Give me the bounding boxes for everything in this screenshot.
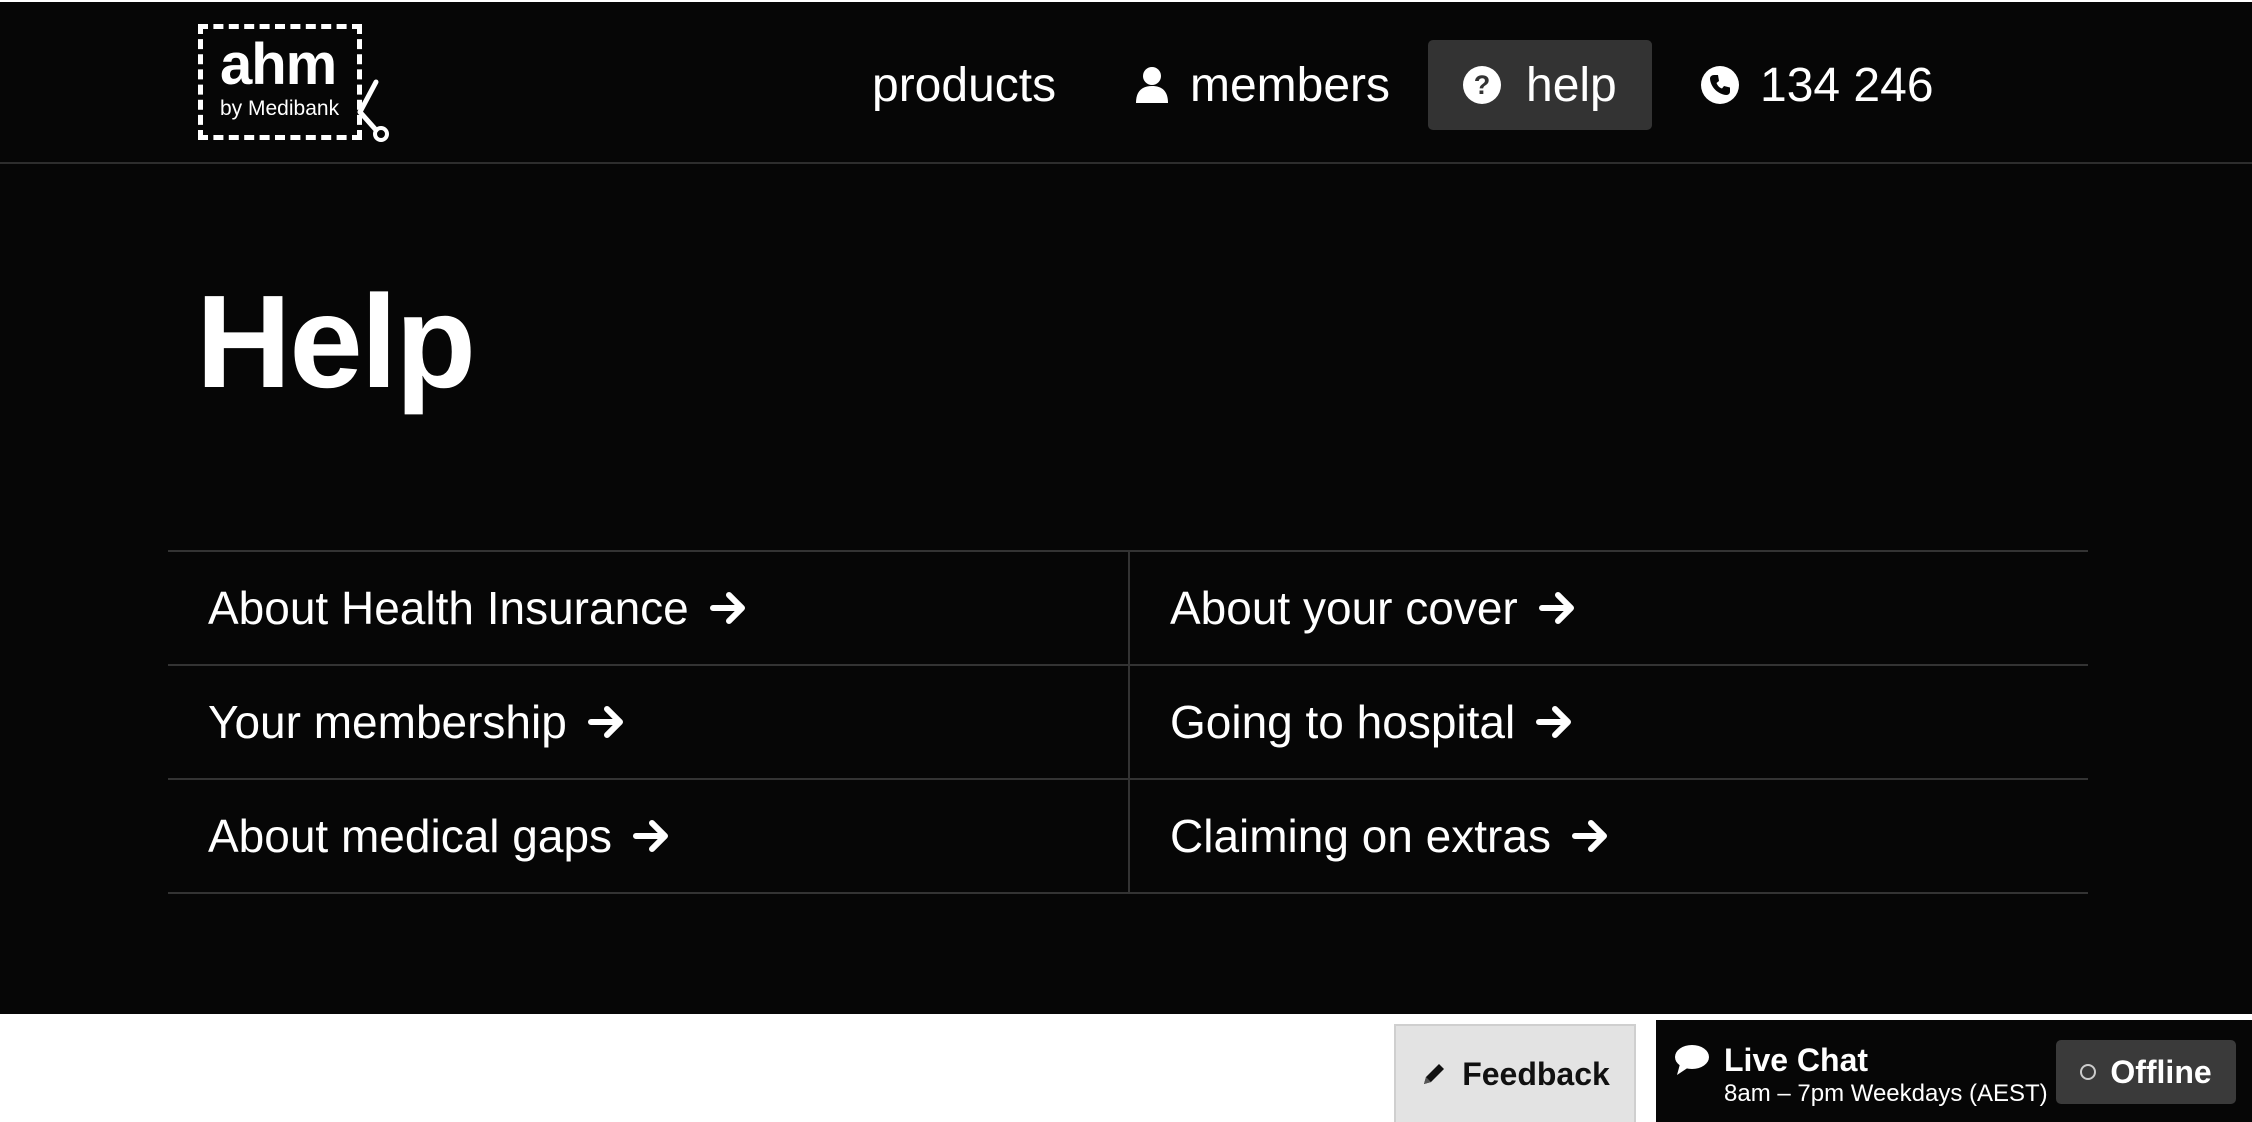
phone-icon [1701, 66, 1739, 104]
help-link-label: Claiming on extras [1170, 810, 1551, 862]
nav-members[interactable]: members [1118, 40, 1406, 130]
help-link-about-medical-gaps[interactable]: About medical gaps [168, 780, 1130, 894]
nav-products-label: products [872, 58, 1057, 112]
nav-products[interactable]: products [856, 40, 1072, 130]
question-circle-icon: ? [1463, 66, 1501, 104]
arrow-right-icon [1536, 706, 1572, 738]
feedback-label: Feedback [1462, 1055, 1610, 1092]
nav-phone[interactable]: 134 246 [1684, 40, 1950, 130]
arrow-right-icon [1571, 820, 1607, 852]
user-icon [1136, 67, 1168, 103]
arrow-right-icon [1538, 592, 1574, 624]
chat-bubble-icon [1675, 1045, 1709, 1075]
arrow-right-icon [633, 820, 669, 852]
help-link-label: Your membership [208, 696, 567, 748]
chat-status-badge: Offline [2056, 1040, 2236, 1104]
help-topics-grid: About Health Insurance About your cover … [168, 550, 2088, 894]
help-hero: Help About Health Insurance About your c… [0, 164, 2252, 1014]
live-chat-hours: 8am – 7pm Weekdays (AEST) [1724, 1080, 2048, 1107]
help-link-about-health-insurance[interactable]: About Health Insurance [168, 552, 1130, 666]
logo-tagline: by Medibank [220, 97, 340, 120]
ahm-logo[interactable]: ahm by Medibank [196, 22, 396, 146]
scissors-icon [357, 79, 389, 142]
help-link-label: About medical gaps [208, 810, 613, 862]
help-link-going-to-hospital[interactable]: Going to hospital [1130, 666, 2088, 780]
page-title: Help [196, 268, 476, 415]
help-link-about-your-cover[interactable]: About your cover [1130, 552, 2088, 666]
top-navigation-bar: ahm by Medibank products members ? help [0, 0, 2252, 164]
svg-text:?: ? [1474, 70, 1491, 100]
arrow-right-icon [709, 592, 745, 624]
chat-status-label: Offline [2110, 1053, 2212, 1090]
nav-help[interactable]: ? help [1428, 40, 1652, 130]
nav-phone-label: 134 246 [1760, 58, 1934, 112]
status-dot-icon [2080, 1064, 2097, 1080]
live-chat-widget[interactable]: Live Chat 8am – 7pm Weekdays (AEST) Offl… [1656, 1020, 2252, 1122]
feedback-button[interactable]: Feedback [1394, 1024, 1636, 1122]
arrow-right-icon [587, 706, 623, 738]
logo-brand-text: ahm [220, 32, 337, 97]
pencil-icon [1424, 1064, 1445, 1084]
help-link-claiming-on-extras[interactable]: Claiming on extras [1130, 780, 2088, 894]
help-link-your-membership[interactable]: Your membership [168, 666, 1130, 780]
live-chat-title: Live Chat [1724, 1042, 1869, 1078]
help-link-label: Going to hospital [1170, 696, 1516, 748]
help-link-label: About your cover [1170, 582, 1518, 634]
nav-help-label: help [1526, 58, 1617, 112]
help-link-label: About Health Insurance [208, 582, 689, 634]
nav-members-label: members [1190, 58, 1391, 112]
